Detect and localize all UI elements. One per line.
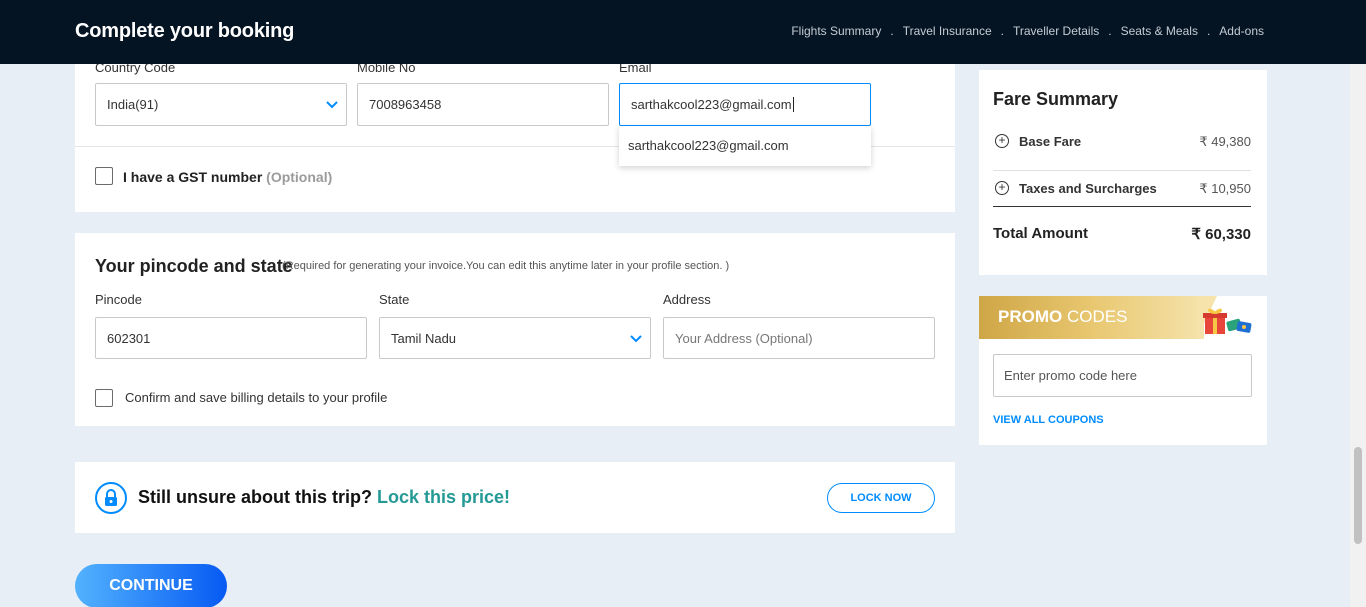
plus-circle-icon[interactable]: + [995, 134, 1009, 148]
chevron-down-icon [630, 332, 642, 346]
country-code-value: India(91) [107, 97, 159, 112]
pincode-label: Pincode [95, 292, 142, 307]
pincode-section-title: Your pincode and state [95, 256, 293, 276]
total-amount-value: ₹ 60,330 [1191, 226, 1251, 243]
gift-icon [1203, 306, 1253, 336]
lock-price-text: Still unsure about this trip? Lock this … [138, 487, 510, 508]
promo-title-bold: PROMO [998, 307, 1063, 326]
continue-button[interactable]: CONTINUE [75, 564, 227, 607]
step-travel-insurance[interactable]: Travel Insurance [903, 24, 992, 38]
scrollbar-thumb[interactable] [1354, 447, 1362, 544]
page-title: Complete your booking [75, 20, 295, 42]
gst-label: I have a GST number (Optional) [123, 169, 332, 185]
pincode-section-note: (Required for generating your invoice.Yo… [282, 260, 730, 272]
step-add-ons[interactable]: Add-ons [1219, 24, 1264, 38]
view-all-coupons-link[interactable]: VIEW ALL COUPONS [993, 414, 1104, 426]
fare-summary-title: Fare Summary [993, 89, 1119, 109]
step-separator: . [1206, 24, 1211, 38]
step-separator: . [1000, 24, 1004, 38]
header-bar: Complete your booking Flights Summary . … [0, 0, 1366, 64]
gst-optional-text: (Optional) [266, 169, 333, 185]
fare-row-amount: ₹ 10,950 [1199, 181, 1251, 196]
total-amount-label: Total Amount [993, 225, 1088, 242]
page-scrollbar[interactable] [1350, 64, 1366, 607]
save-billing-checkbox[interactable] [95, 389, 113, 407]
promo-title: PROMO CODES [998, 307, 1127, 327]
mobile-input[interactable]: 7008963458 [357, 83, 609, 126]
mobile-value: 7008963458 [369, 97, 442, 112]
promo-title-rest: CODES [1062, 307, 1128, 326]
step-seats-meals[interactable]: Seats & Meals [1121, 24, 1198, 38]
promo-code-placeholder: Enter promo code here [1004, 368, 1137, 383]
step-traveller-details[interactable]: Traveller Details [1013, 24, 1099, 38]
plus-circle-icon[interactable]: + [995, 181, 1009, 195]
email-input[interactable]: sarthakcool223@gmail.com [619, 83, 871, 126]
lock-question: Still unsure about this trip? [138, 487, 372, 507]
lock-now-button[interactable]: LOCK NOW [827, 483, 935, 513]
address-placeholder: Your Address (Optional) [675, 330, 813, 346]
address-input[interactable]: Your Address (Optional) [663, 317, 935, 359]
fare-row-taxes[interactable]: + Taxes and Surcharges ₹ 10,950 [993, 172, 1251, 207]
email-value: sarthakcool223@gmail.com [631, 97, 792, 112]
save-billing-label: Confirm and save billing details to your… [125, 390, 388, 405]
address-label: Address [663, 292, 711, 307]
step-flights-summary[interactable]: Flights Summary [791, 24, 881, 38]
text-cursor [792, 97, 794, 112]
fare-row-label: Base Fare [1019, 134, 1082, 149]
lock-cta: Lock this price! [377, 487, 511, 507]
state-select[interactable]: Tamil Nadu [379, 317, 651, 359]
fare-row-amount: ₹ 49,380 [1199, 134, 1251, 149]
promo-codes-card: PROMO CODES Enter promo code here VIEW A… [979, 296, 1267, 445]
country-code-select[interactable]: India(91) [95, 83, 347, 126]
pincode-input[interactable]: 602301 [95, 317, 367, 359]
booking-steps-nav: Flights Summary . Travel Insurance . Tra… [791, 24, 1264, 38]
pincode-value: 602301 [107, 330, 151, 346]
fare-row-base[interactable]: + Base Fare ₹ 49,380 [993, 125, 1251, 171]
promo-code-input[interactable]: Enter promo code here [993, 354, 1252, 397]
lock-price-card: Still unsure about this trip? Lock this … [75, 462, 955, 533]
pincode-state-card: Your pincode and state (Required for gen… [75, 233, 955, 426]
lock-icon [95, 482, 127, 514]
email-suggestion-item[interactable]: sarthakcool223@gmail.com [619, 126, 871, 166]
gst-label-text: I have a GST number [123, 169, 263, 185]
gst-checkbox[interactable] [95, 167, 113, 185]
fare-row-label: Taxes and Surcharges [1019, 181, 1157, 196]
state-label: State [379, 292, 410, 307]
step-separator: . [1108, 24, 1112, 38]
chevron-down-icon [326, 98, 338, 112]
state-value: Tamil Nadu [391, 330, 457, 346]
fare-summary-card: Fare Summary + Base Fare ₹ 49,380 + Taxe… [979, 70, 1267, 275]
step-separator: . [890, 24, 894, 38]
